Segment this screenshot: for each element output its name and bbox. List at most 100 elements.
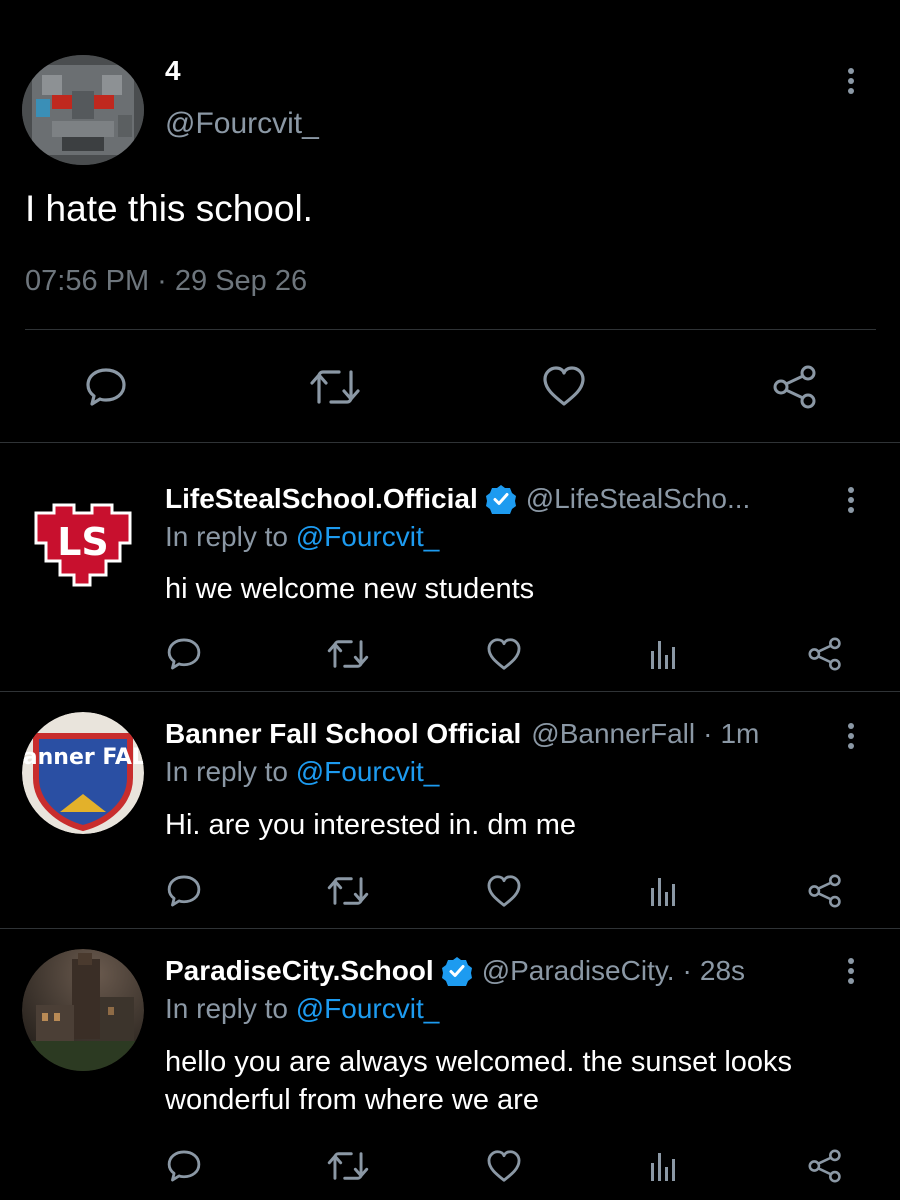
retweet-button[interactable] bbox=[326, 1147, 370, 1185]
mention-link[interactable]: @Fourcvit_ bbox=[296, 521, 440, 552]
like-button[interactable] bbox=[485, 1147, 523, 1185]
like-icon bbox=[487, 875, 521, 907]
in-reply-to-line: In reply to @Fourcvit_ bbox=[165, 756, 439, 788]
retweet-icon bbox=[310, 370, 360, 404]
like-button[interactable] bbox=[485, 635, 523, 673]
reply-tweet[interactable]: ParadiseCity.School @ParadiseCity. · 28s… bbox=[0, 929, 900, 1200]
avatar-logo-text: Banner FALL bbox=[22, 745, 144, 770]
analytics-icon bbox=[651, 878, 675, 906]
analytics-button[interactable] bbox=[648, 874, 678, 908]
more-dot bbox=[848, 68, 854, 74]
share-icon bbox=[808, 637, 841, 671]
retweet-icon bbox=[327, 640, 369, 668]
retweet-button[interactable] bbox=[326, 872, 370, 910]
share-button[interactable] bbox=[806, 1147, 844, 1185]
share-button[interactable] bbox=[770, 362, 820, 412]
share-icon bbox=[808, 874, 841, 908]
verified-badge-icon bbox=[485, 485, 516, 514]
author-display-name[interactable]: LifeStealSchool.Official bbox=[165, 483, 478, 515]
author-display-name[interactable]: 4 bbox=[165, 55, 181, 87]
separator-dot: · bbox=[682, 955, 692, 986]
retweet-button[interactable] bbox=[326, 635, 370, 673]
author-handle[interactable]: @BannerFall bbox=[531, 718, 695, 750]
more-dot bbox=[848, 743, 854, 749]
in-reply-to-line: In reply to @Fourcvit_ bbox=[165, 993, 439, 1025]
in-reply-to-label: In reply to bbox=[165, 521, 296, 552]
reply-icon bbox=[167, 638, 201, 670]
mention-link[interactable]: @Fourcvit_ bbox=[296, 993, 440, 1024]
avatar[interactable] bbox=[22, 949, 144, 1071]
more-dot bbox=[848, 497, 854, 503]
like-button[interactable] bbox=[485, 872, 523, 910]
author-handle[interactable]: @Fourcvit_ bbox=[165, 107, 319, 141]
tweet-text: Hi. are you interested in. dm me bbox=[165, 809, 577, 841]
avatar[interactable]: Banner FALL bbox=[22, 712, 144, 834]
tweet-action-bar bbox=[0, 635, 900, 675]
more-options-button[interactable] bbox=[845, 68, 857, 102]
analytics-button[interactable] bbox=[648, 637, 678, 671]
more-dot bbox=[848, 733, 854, 739]
more-options-button[interactable] bbox=[845, 487, 857, 521]
more-dot bbox=[848, 487, 854, 493]
more-dot bbox=[848, 978, 854, 984]
like-icon bbox=[487, 1150, 521, 1182]
more-dot bbox=[848, 88, 854, 94]
tweet-text: I hate this school. bbox=[25, 188, 313, 229]
divider bbox=[25, 329, 876, 330]
share-icon bbox=[773, 365, 816, 409]
avatar[interactable]: LS bbox=[22, 483, 144, 605]
paradise-city-photo-avatar bbox=[22, 949, 144, 1071]
author-display-name[interactable]: ParadiseCity.School bbox=[165, 955, 434, 987]
analytics-icon bbox=[651, 1153, 675, 1181]
retweet-icon bbox=[327, 877, 369, 905]
more-options-button[interactable] bbox=[845, 723, 857, 757]
tweet-action-bar bbox=[0, 360, 900, 414]
tweet-age: 28s bbox=[699, 955, 746, 986]
share-button[interactable] bbox=[806, 872, 844, 910]
author-handle[interactable]: @ParadiseCity. bbox=[482, 955, 675, 987]
reply-button[interactable] bbox=[83, 364, 129, 410]
more-dot bbox=[848, 968, 854, 974]
separator-dot: · bbox=[703, 718, 713, 749]
more-dot bbox=[848, 958, 854, 964]
author-display-name[interactable]: Banner Fall School Official bbox=[165, 718, 521, 750]
in-reply-to-label: In reply to bbox=[165, 756, 296, 787]
tweet-age: 1m bbox=[720, 718, 760, 749]
tweet-text: hello you are always welcomed. the sunse… bbox=[165, 1046, 793, 1116]
reply-icon bbox=[167, 875, 201, 907]
like-icon bbox=[543, 366, 585, 406]
verified-badge-icon bbox=[441, 957, 472, 986]
reply-header: Banner Fall School Official @BannerFall … bbox=[165, 716, 759, 752]
retweet-button[interactable] bbox=[308, 364, 362, 410]
reply-tweet[interactable]: LS LifeStealSchool.Official @LifeStealSc… bbox=[0, 443, 900, 692]
reply-icon bbox=[167, 1150, 201, 1182]
like-icon bbox=[487, 638, 521, 670]
in-reply-to-line: In reply to @Fourcvit_ bbox=[165, 521, 439, 553]
author-handle[interactable]: @LifeStealScho... bbox=[526, 483, 751, 515]
reply-icon bbox=[86, 368, 126, 406]
more-options-button[interactable] bbox=[845, 958, 857, 992]
tweet-text: hi we welcome new students bbox=[165, 573, 535, 605]
retweet-icon bbox=[327, 1152, 369, 1180]
reply-button[interactable] bbox=[165, 872, 203, 910]
analytics-icon bbox=[651, 641, 675, 669]
more-dot bbox=[848, 507, 854, 513]
mention-link[interactable]: @Fourcvit_ bbox=[296, 756, 440, 787]
reply-button[interactable] bbox=[165, 1147, 203, 1185]
share-button[interactable] bbox=[806, 635, 844, 673]
main-tweet: 4 @Fourcvit_ I hate this school. 07:56 P… bbox=[0, 0, 900, 443]
reply-button[interactable] bbox=[165, 635, 203, 673]
share-icon bbox=[808, 1149, 841, 1183]
tweet-action-bar bbox=[0, 1147, 900, 1187]
avatar[interactable] bbox=[22, 55, 144, 165]
more-dot bbox=[848, 78, 854, 84]
lifesteal-logo-avatar: LS bbox=[22, 483, 144, 605]
reply-header: ParadiseCity.School @ParadiseCity. · 28s bbox=[165, 953, 745, 989]
banner-fall-shield-avatar: Banner FALL bbox=[22, 712, 144, 834]
analytics-button[interactable] bbox=[648, 1149, 678, 1183]
tweet-action-bar bbox=[0, 872, 900, 912]
reply-tweet[interactable]: Banner FALL Banner Fall School Official … bbox=[0, 692, 900, 929]
like-button[interactable] bbox=[540, 362, 588, 410]
reply-header: LifeStealSchool.Official @LifeStealScho.… bbox=[165, 481, 750, 517]
in-reply-to-label: In reply to bbox=[165, 993, 296, 1024]
